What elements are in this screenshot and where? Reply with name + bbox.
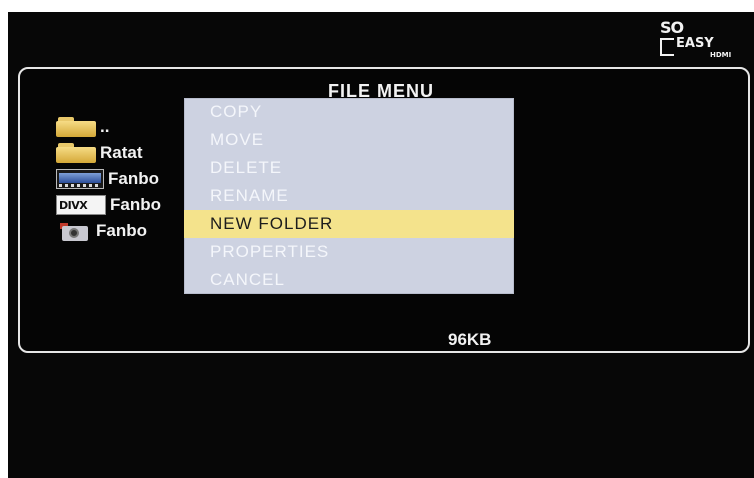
menu-item-rename[interactable]: RENAME [184,182,514,210]
logo-text-easy: EASY [676,36,714,51]
file-context-menu: COPY MOVE DELETE RENAME NEW FOLDER PROPE… [184,98,514,294]
file-name: Fanbo [108,169,159,188]
logo-bracket [660,38,674,56]
folder-icon [56,117,96,137]
photo-file-icon [56,221,92,241]
file-name: Ratat [100,143,143,162]
file-name: Fanbo [110,195,161,214]
menu-item-cancel[interactable]: CANCEL [184,266,514,294]
menu-item-new-folder[interactable]: NEW FOLDER [184,210,514,238]
file-name: Fanbo [96,221,147,240]
so-easy-hdmi-logo: SO EASY HDMI [652,18,744,64]
menu-item-properties[interactable]: PROPERTIES [184,238,514,266]
logo-text-so: SO [660,18,684,37]
menu-item-delete[interactable]: DELETE [184,154,514,182]
menu-item-copy[interactable]: COPY [184,98,514,126]
menu-item-move[interactable]: MOVE [184,126,514,154]
divx-file-icon: DIVX [56,195,106,215]
logo-text-hdmi: HDMI [710,51,732,59]
file-size-label: 96KB [448,330,492,349]
folder-icon [56,143,96,163]
tv-screen: SO EASY HDMI FILE MENU .. Ratat Fanbo DI… [8,12,754,478]
file-name: .. [100,117,110,136]
video-file-icon [56,169,104,189]
